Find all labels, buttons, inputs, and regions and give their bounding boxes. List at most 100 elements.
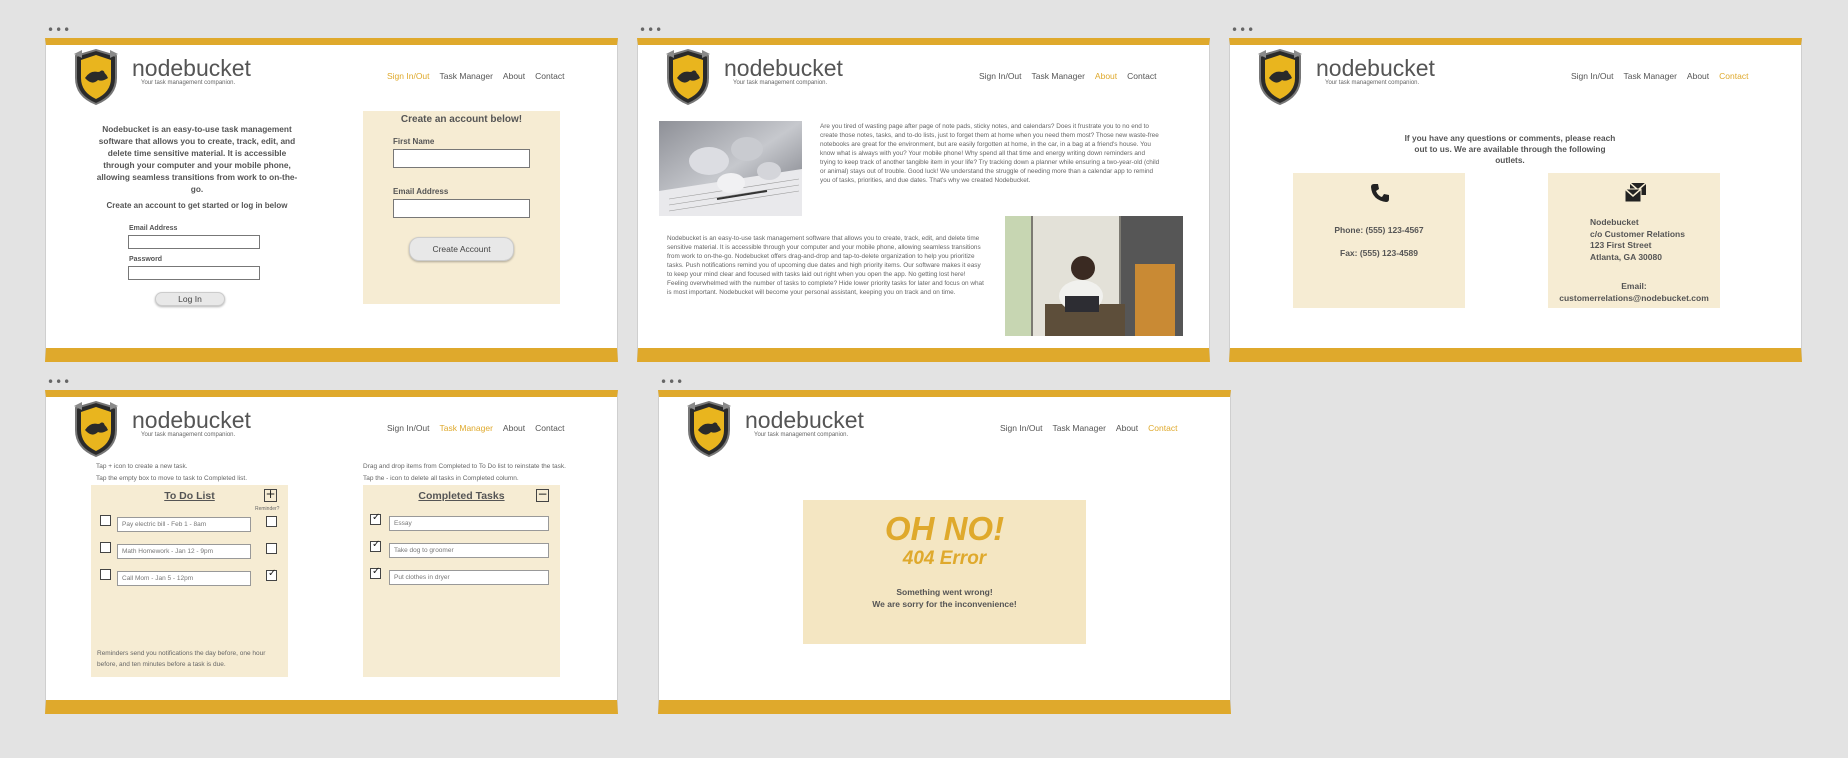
intro-text: Nodebucket is an easy-to-use task manage…: [96, 124, 298, 194]
first-name-input[interactable]: [393, 149, 530, 168]
login-email-input[interactable]: [128, 235, 260, 249]
nav-contact[interactable]: Contact: [1127, 71, 1156, 81]
phone-icon: [1371, 184, 1389, 202]
login-password-label: Password: [129, 256, 163, 263]
nav-sign-in-out[interactable]: Sign In/Out: [979, 71, 1022, 81]
nav-sign-in-out[interactable]: Sign In/Out: [387, 423, 430, 433]
address-line-4: Atlanta, GA 30080: [1590, 251, 1662, 262]
completed-task-field[interactable]: Take dog to groomer: [389, 543, 549, 558]
error-line-2: We are sorry for the inconvenience!: [872, 599, 1017, 609]
nav-bar: Sign In/Out Task Manager About Contact: [387, 71, 574, 81]
task-complete-checkbox[interactable]: [100, 569, 111, 580]
todo-task-field[interactable]: Call Mom - Jan 5 - 12pm: [117, 571, 251, 586]
add-task-plus-icon[interactable]: +: [264, 488, 277, 502]
crest-logo-icon[interactable]: [72, 48, 120, 106]
login-password-input[interactable]: [128, 266, 260, 280]
nav-about[interactable]: About: [503, 423, 525, 433]
todo-help-line-1: Tap + icon to create a new task.: [96, 463, 188, 470]
email-label: Email:: [1621, 281, 1647, 291]
nav-contact[interactable]: Contact: [535, 423, 564, 433]
nav-sign-in-out[interactable]: Sign In/Out: [1571, 71, 1614, 81]
completed-checkbox[interactable]: [370, 539, 381, 552]
todo-task-field[interactable]: Math Homework - Jan 12 - 9pm: [117, 544, 251, 559]
window-dots-icon: •••: [660, 375, 685, 389]
address-line-3: 123 First Street: [1590, 240, 1652, 250]
nav-sign-in-out[interactable]: Sign In/Out: [387, 71, 430, 81]
header: nodebucket Your task management companio…: [638, 45, 1209, 113]
nav-task-manager[interactable]: Task Manager: [440, 71, 493, 81]
delete-completed-minus-icon[interactable]: −: [536, 488, 549, 502]
brand-name[interactable]: nodebucket: [1316, 55, 1435, 82]
window-dots-icon: •••: [639, 23, 664, 37]
completed-task-field[interactable]: Put clothes in dryer: [389, 570, 549, 585]
brand-name[interactable]: nodebucket: [132, 407, 251, 434]
about-paragraph-1: Are you tired of wasting page after page…: [820, 123, 1160, 184]
nav-about[interactable]: About: [1687, 71, 1709, 81]
nav-contact[interactable]: Contact: [535, 71, 564, 81]
nav-task-manager[interactable]: Task Manager: [1053, 423, 1106, 433]
todo-title: To Do List: [164, 490, 215, 502]
create-account-title: Create an account below!: [400, 114, 523, 125]
address-panel: Nodebucket c/o Customer Relations 123 Fi…: [1548, 173, 1720, 308]
crest-logo-icon[interactable]: [664, 48, 712, 106]
header: nodebucket Your task management companio…: [1230, 45, 1801, 113]
signup-email-input[interactable]: [393, 199, 530, 218]
nav-about[interactable]: About: [503, 71, 525, 81]
mailing-address: Nodebucket c/o Customer Relations 123 Fi…: [1590, 217, 1685, 263]
task-complete-checkbox[interactable]: [100, 542, 111, 553]
brand-tagline: Your task management companion.: [733, 80, 828, 86]
brand-tagline: Your task management companion.: [1325, 80, 1420, 86]
window-dots-icon: •••: [47, 23, 72, 37]
login-button[interactable]: Log In: [155, 292, 225, 306]
nav-contact[interactable]: Contact: [1148, 423, 1177, 433]
reminder-footer: Reminders send you notifications the day…: [97, 650, 266, 668]
completed-checkbox[interactable]: [370, 512, 381, 525]
completed-task-field[interactable]: Essay: [389, 516, 549, 531]
reminder-checkbox[interactable]: [266, 516, 277, 527]
frame-about: ••• nodebucket Your task management comp…: [637, 24, 1210, 362]
fax-number: Fax: (555) 123-4589: [1340, 248, 1418, 258]
crest-logo-icon[interactable]: [685, 400, 733, 458]
nav-task-manager[interactable]: Task Manager: [1032, 71, 1085, 81]
completed-help-line-1: Drag and drop items from Completed to To…: [363, 463, 566, 470]
brand-name[interactable]: nodebucket: [132, 55, 251, 82]
crest-logo-icon[interactable]: [72, 400, 120, 458]
nav-about[interactable]: About: [1116, 423, 1138, 433]
brand-name[interactable]: nodebucket: [724, 55, 843, 82]
nav-sign-in-out[interactable]: Sign In/Out: [1000, 423, 1043, 433]
nav-task-manager[interactable]: Task Manager: [440, 423, 493, 433]
email-block: Email: customerrelations@nodebucket.com: [1548, 281, 1720, 304]
reminder-column-label: Reminder?: [255, 506, 280, 512]
nav-about[interactable]: About: [1095, 71, 1117, 81]
completed-panel: Completed Tasks − Essay Take dog to groom…: [363, 485, 560, 677]
nav-contact[interactable]: Contact: [1719, 71, 1748, 81]
create-account-panel: Create an account below! First Name Emai…: [363, 111, 560, 304]
signup-email-label: Email Address: [393, 187, 449, 196]
brand-tagline: Your task management companion.: [141, 432, 236, 438]
window-dots-icon: •••: [1231, 23, 1256, 37]
todo-task-field[interactable]: Pay electric bill - Feb 1 - 8am: [117, 517, 251, 532]
create-account-button[interactable]: Create Account: [409, 237, 514, 261]
about-paragraph-2: Nodebucket is an easy-to-use task manage…: [667, 235, 984, 296]
brand-tagline: Your task management companion.: [141, 80, 236, 86]
address-line-1: Nodebucket: [1590, 217, 1639, 227]
window-dots-icon: •••: [47, 375, 72, 389]
completed-title: Completed Tasks: [418, 490, 505, 502]
reminder-checkbox[interactable]: [266, 568, 277, 581]
crest-logo-icon[interactable]: [1256, 48, 1304, 106]
nav-task-manager[interactable]: Task Manager: [1624, 71, 1677, 81]
brand-name[interactable]: nodebucket: [745, 407, 864, 434]
frame-task-manager: ••• nodebucket Your task management comp…: [45, 376, 618, 714]
error-message: Something went wrong! We are sorry for t…: [803, 586, 1086, 610]
nav-bar: Sign In/Out Task Manager About Contact: [1571, 71, 1758, 81]
email-address[interactable]: customerrelations@nodebucket.com: [1548, 293, 1720, 305]
completed-help: Drag and drop items from Completed to To…: [363, 461, 566, 485]
login-prompt: Create an account to get started or log …: [106, 201, 288, 210]
header: nodebucket Your task management companio…: [46, 397, 617, 465]
frame-contact: ••• nodebucket Your task management comp…: [1229, 24, 1802, 362]
task-complete-checkbox[interactable]: [100, 515, 111, 526]
first-name-label: First Name: [393, 137, 435, 146]
reminder-checkbox[interactable]: [266, 543, 277, 554]
completed-checkbox[interactable]: [370, 566, 381, 579]
phone-number[interactable]: Phone: (555) 123-4567: [1293, 225, 1465, 235]
